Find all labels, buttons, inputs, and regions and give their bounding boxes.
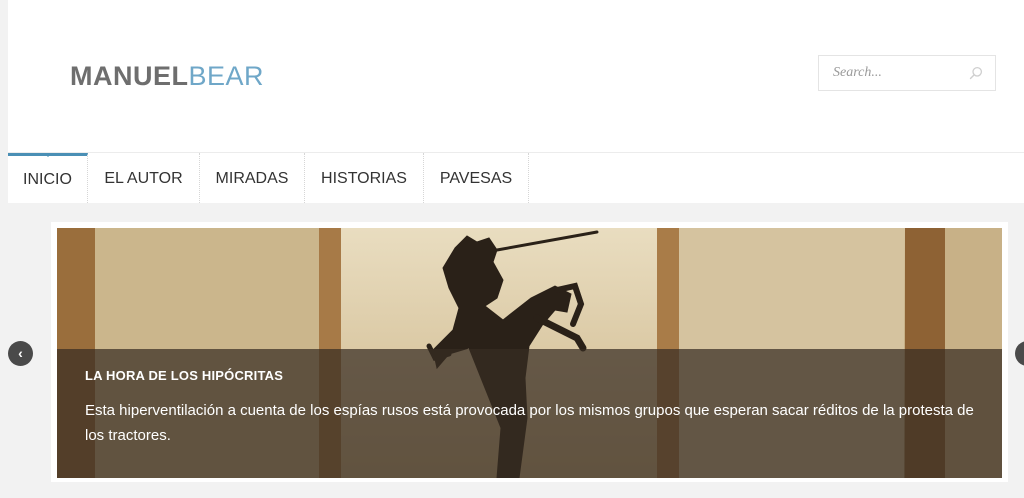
page: MANUELBEAR INICIO EL AUTOR MIRADAS HISTO… <box>0 0 1024 498</box>
site-logo[interactable]: MANUELBEAR <box>70 58 264 94</box>
search-icon[interactable] <box>969 66 983 80</box>
slide-caption: LA HORA DE LOS HIPÓCRITAS Esta hipervent… <box>57 349 1002 478</box>
slide-image[interactable]: LA HORA DE LOS HIPÓCRITAS Esta hipervent… <box>57 228 1002 478</box>
site-header: MANUELBEAR <box>8 0 1024 152</box>
slider-next-button[interactable] <box>1015 341 1024 366</box>
search-box <box>818 55 996 91</box>
search-input[interactable] <box>819 56 959 90</box>
chevron-left-icon: ‹ <box>18 345 23 361</box>
nav-item-historias[interactable]: HISTORIAS <box>305 153 424 203</box>
slide-excerpt: Esta hiperventilación a cuenta de los es… <box>85 402 974 444</box>
nav-item-el-autor[interactable]: EL AUTOR <box>88 153 200 203</box>
nav-item-inicio[interactable]: INICIO <box>8 153 88 203</box>
logo-part-bear: BEAR <box>188 61 265 91</box>
nav-item-pavesas[interactable]: PAVESAS <box>424 153 529 203</box>
slide-title[interactable]: LA HORA DE LOS HIPÓCRITAS <box>85 367 974 385</box>
nav-item-miradas[interactable]: MIRADAS <box>200 153 305 203</box>
main-navigation: INICIO EL AUTOR MIRADAS HISTORIAS PAVESA… <box>8 152 1024 203</box>
featured-slider: LA HORA DE LOS HIPÓCRITAS Esta hipervent… <box>51 222 1008 482</box>
logo-part-manuel: MANUEL <box>70 61 189 91</box>
slider-prev-button[interactable]: ‹ <box>8 341 33 366</box>
